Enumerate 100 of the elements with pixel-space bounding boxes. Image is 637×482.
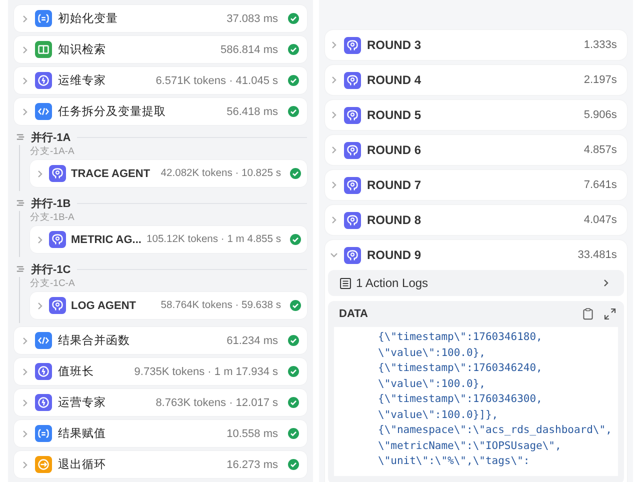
agent-row[interactable]: METRIC AG... 105.12K tokens · 1 m 4.855 s (30, 226, 307, 253)
step-row[interactable]: 退出循环 16.273 ms (14, 451, 307, 478)
step-metric: 61.234 ms (226, 334, 278, 346)
round-header[interactable]: ROUND 6 4.857s (325, 135, 627, 165)
chevron-right-icon (36, 236, 44, 244)
step-row[interactable]: 结果赋值 10.558 ms (14, 420, 307, 447)
code-line: \"value\":100.0}, (378, 376, 486, 392)
step-name: 任务拆分及变量提取 (58, 104, 166, 119)
chevron-right-icon (21, 460, 29, 468)
step-name: 知识检索 (58, 42, 106, 57)
round-header[interactable]: ROUND 4 2.197s (325, 65, 627, 95)
chevron-right-icon (21, 108, 29, 116)
step-row[interactable]: 知识检索 586.814 ms (14, 36, 307, 63)
agent-name: LOG AGENT (71, 300, 136, 312)
action-logs-label: 1 Action Logs (356, 276, 428, 290)
code-line: {\"timestamp\":1760346300, (378, 392, 544, 407)
agent-head-icon (344, 36, 361, 54)
code-line: {\"namespace\":\"acs_rds_dashboard\", (378, 423, 612, 438)
step-metric: 56.418 ms (226, 106, 278, 118)
round-time: 4.857s (584, 144, 617, 156)
step-row[interactable]: 值班长 9.735K tokens · 1 m 17.934 s (14, 358, 307, 385)
chevron-right-icon (36, 170, 44, 178)
code-icon (35, 332, 52, 349)
round-name: ROUND 4 (367, 73, 422, 87)
round-header[interactable]: ROUND 8 4.047s (325, 205, 627, 235)
round-header[interactable]: ROUND 9 33.481s (325, 240, 627, 270)
agent-head-icon (49, 231, 66, 248)
agent-head-icon (344, 106, 361, 124)
round-name: ROUND 3 (367, 38, 422, 52)
agent-metric: 58.764K tokens · 59.638 s (160, 300, 281, 311)
chevron-right-icon (602, 279, 610, 287)
round-name: ROUND 8 (367, 213, 422, 227)
code-line: \"unit\":\"%\",\"tags\": (378, 454, 531, 469)
step-metric: 9.735K tokens · 1 m 17.934 s (134, 366, 278, 378)
parallel-icon (16, 199, 25, 207)
step-metric: 10.558 ms (226, 428, 278, 440)
round-name: ROUND 6 (367, 143, 422, 157)
step-name: 结果赋值 (58, 426, 106, 441)
chevron-right-icon (21, 368, 29, 376)
step-metric: 586.814 ms (220, 44, 278, 56)
round-time: 2.197s (584, 74, 617, 86)
agent-head-icon (49, 297, 66, 314)
parallel-icon (16, 133, 25, 141)
agent-metric: 42.082K tokens · 10.825 s (160, 168, 281, 179)
chevron-right-icon (21, 336, 29, 344)
action-logs-row[interactable]: 1 Action Logs (328, 270, 624, 296)
expand-icon[interactable] (604, 308, 616, 320)
agent-head-icon (344, 72, 361, 88)
step-name: 运营专家 (58, 395, 106, 410)
chevron-right-icon (36, 302, 44, 310)
data-title: DATA (339, 308, 368, 320)
round-time: 7.641s (584, 179, 617, 191)
round-header[interactable]: ROUND 7 7.641s (325, 170, 627, 200)
agent-metric: 105.12K tokens · 1 m 4.855 s (146, 234, 281, 245)
agent-head-icon (344, 142, 361, 158)
round-name: ROUND 7 (367, 178, 422, 192)
book-icon (35, 41, 52, 58)
parallel-icon (16, 265, 25, 273)
step-row[interactable]: 结果合并函数 61.234 ms (14, 327, 307, 354)
code-line: \"value\":100.0}, (378, 346, 486, 360)
agent-head-icon (49, 165, 66, 182)
chevron-right-icon (21, 14, 29, 22)
variable-icon (35, 10, 52, 27)
agent-row[interactable]: LOG AGENT 58.764K tokens · 59.638 s (30, 292, 307, 319)
round-header[interactable]: ROUND 3 1.333s (325, 30, 627, 60)
code-line: {\"timestamp\":1760346240, (378, 361, 544, 376)
round-time: 5.906s (584, 109, 617, 121)
round-name: ROUND 5 (367, 108, 422, 122)
agent-name: TRACE AGENT (71, 168, 150, 180)
step-metric: 16.273 ms (226, 458, 278, 470)
agent-head-icon (344, 212, 361, 228)
agent-head-icon (344, 246, 361, 264)
branch-label: 分支-1A-A (30, 145, 76, 158)
clipboard-icon[interactable] (582, 308, 594, 320)
code-line: \"metricName\":\"IOPSUsage\", (378, 438, 562, 454)
step-name: 运维专家 (58, 73, 106, 88)
exit-icon (35, 456, 52, 473)
step-row[interactable]: 初始化变量 37.083 ms (14, 5, 307, 32)
group-title: 并行-1C (31, 262, 71, 276)
step-row[interactable]: 运维专家 6.571K tokens · 41.045 s (14, 67, 307, 94)
step-row[interactable]: 运营专家 8.763K tokens · 12.017 s (14, 389, 307, 416)
code-line: {\"timestamp\":1760346180, (378, 330, 544, 345)
chevron-right-icon (21, 430, 29, 438)
step-row[interactable]: 任务拆分及变量提取 56.418 ms (14, 98, 307, 125)
agent-name: METRIC AG... (71, 234, 142, 246)
branch-label: 分支-1B-A (30, 211, 76, 224)
agent-row[interactable]: TRACE AGENT 42.082K tokens · 10.825 s (30, 160, 307, 187)
code-icon (35, 103, 52, 120)
round-header[interactable]: ROUND 5 5.906s (325, 100, 627, 130)
group-title: 并行-1B (31, 196, 71, 210)
step-name: 值班长 (58, 364, 94, 379)
step-name: 结果合并函数 (58, 334, 130, 348)
chevron-right-icon (21, 46, 29, 54)
group-title: 并行-1A (31, 130, 71, 144)
round-name: ROUND 9 (367, 248, 422, 262)
step-metric: 8.763K tokens · 12.017 s (156, 396, 278, 408)
chevron-right-icon (21, 398, 29, 406)
variable-icon (35, 425, 52, 442)
list-icon (340, 278, 351, 288)
round-time: 4.047s (584, 214, 617, 226)
